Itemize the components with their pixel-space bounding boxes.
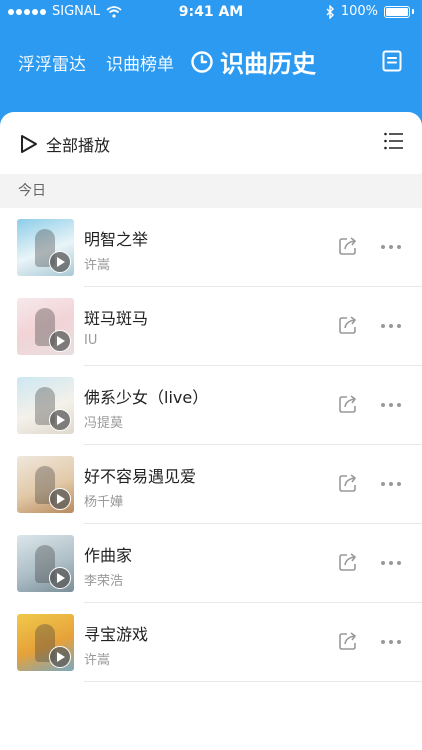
more-button[interactable] bbox=[381, 245, 401, 249]
list-item[interactable]: 斑马斑马 IU bbox=[0, 287, 422, 366]
cover-play-icon[interactable] bbox=[49, 251, 71, 273]
song-artist: 许嵩 bbox=[84, 653, 111, 668]
battery-percent: 100% bbox=[340, 4, 378, 19]
list-item[interactable]: 好不容易遇见爱 杨千嬅 bbox=[0, 445, 422, 524]
divider bbox=[84, 681, 422, 682]
more-button[interactable] bbox=[381, 640, 401, 644]
share-button[interactable] bbox=[338, 631, 358, 655]
share-button[interactable] bbox=[338, 315, 358, 339]
share-icon bbox=[339, 553, 357, 571]
share-button[interactable] bbox=[338, 552, 358, 576]
cover-play-icon[interactable] bbox=[49, 646, 71, 668]
song-artist: 杨千嬅 bbox=[84, 495, 124, 510]
battery-icon bbox=[384, 5, 410, 18]
song-title: 佛系少女（live） bbox=[84, 388, 209, 407]
cover-play-icon[interactable] bbox=[49, 567, 71, 589]
share-icon bbox=[339, 395, 357, 413]
document-icon bbox=[382, 50, 402, 72]
tab-history-label: 识曲历史 bbox=[220, 50, 316, 78]
more-button[interactable] bbox=[381, 324, 401, 328]
clock-icon bbox=[191, 50, 213, 73]
play-icon bbox=[21, 135, 37, 153]
album-cover[interactable] bbox=[17, 456, 74, 513]
share-button[interactable] bbox=[338, 473, 358, 497]
song-artist: 许嵩 bbox=[84, 258, 111, 273]
tab-chart[interactable]: 识曲榜单 bbox=[106, 50, 174, 75]
song-title: 作曲家 bbox=[84, 546, 133, 565]
album-cover[interactable] bbox=[17, 219, 74, 276]
status-right: 100% bbox=[326, 4, 414, 19]
album-cover[interactable] bbox=[17, 298, 74, 355]
share-button[interactable] bbox=[338, 236, 358, 260]
song-title: 斑马斑马 bbox=[84, 309, 149, 328]
list-item[interactable]: 明智之举 许嵩 bbox=[0, 208, 422, 287]
more-button[interactable] bbox=[381, 561, 401, 565]
tab-radar[interactable]: 浮浮雷达 bbox=[18, 50, 86, 75]
list-item[interactable]: 佛系少女（live） 冯提莫 bbox=[0, 366, 422, 445]
top-nav: 浮浮雷达 识曲榜单 识曲历史 bbox=[0, 40, 422, 84]
cover-play-icon[interactable] bbox=[49, 488, 71, 510]
section-header-today: 今日 bbox=[0, 174, 422, 208]
song-title: 寻宝游戏 bbox=[84, 625, 149, 644]
song-title: 好不容易遇见爱 bbox=[84, 467, 197, 486]
battery-tip bbox=[412, 9, 414, 14]
play-all-label: 全部播放 bbox=[46, 136, 111, 155]
album-cover[interactable] bbox=[17, 377, 74, 434]
song-list: 明智之举 许嵩 斑马斑马 IU 佛系少女（live） 冯提莫 好不容易遇见爱 杨… bbox=[0, 208, 422, 682]
share-icon bbox=[339, 237, 357, 255]
history-card: 全部播放 今日 明智之举 许嵩 斑马斑马 IU 佛系少女（live） 冯提莫 好… bbox=[0, 112, 422, 750]
share-icon bbox=[339, 474, 357, 492]
cover-play-icon[interactable] bbox=[49, 409, 71, 431]
song-artist: 冯提莫 bbox=[84, 416, 124, 431]
list-item[interactable]: 作曲家 李荣浩 bbox=[0, 524, 422, 603]
tab-history[interactable]: 识曲历史 bbox=[190, 44, 316, 79]
song-artist: 李荣浩 bbox=[84, 574, 124, 589]
play-all-button[interactable]: 全部播放 bbox=[20, 132, 110, 156]
bluetooth-icon bbox=[326, 4, 334, 19]
list-icon bbox=[384, 132, 403, 150]
document-button[interactable] bbox=[382, 50, 402, 76]
status-bar: SIGNAL 9:41 AM 100% bbox=[0, 0, 422, 26]
song-title: 明智之举 bbox=[84, 230, 149, 249]
more-button[interactable] bbox=[381, 482, 401, 486]
song-artist: IU bbox=[84, 333, 98, 348]
album-cover[interactable] bbox=[17, 614, 74, 671]
share-icon bbox=[339, 632, 357, 650]
share-button[interactable] bbox=[338, 394, 358, 418]
list-item[interactable]: 寻宝游戏 许嵩 bbox=[0, 603, 422, 682]
album-cover[interactable] bbox=[17, 535, 74, 592]
more-button[interactable] bbox=[381, 403, 401, 407]
list-menu-button[interactable] bbox=[384, 132, 404, 154]
share-icon bbox=[339, 316, 357, 334]
cover-play-icon[interactable] bbox=[49, 330, 71, 352]
